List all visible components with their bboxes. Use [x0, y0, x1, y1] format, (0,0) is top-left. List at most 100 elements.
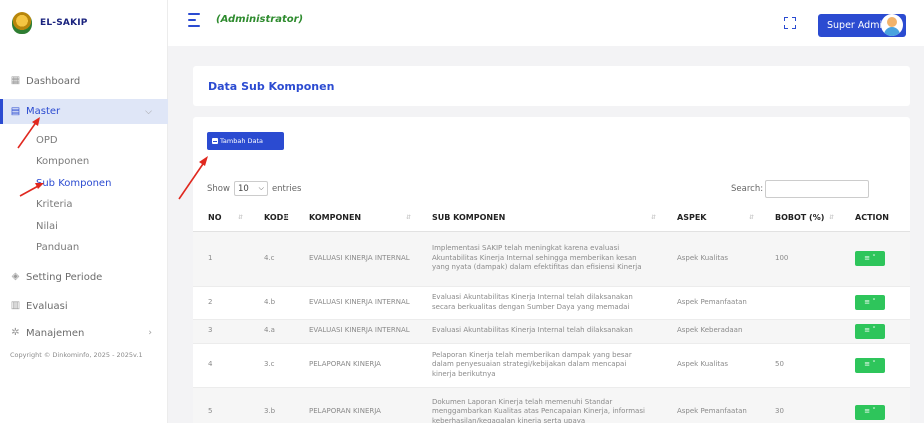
cell-sub-komponen: Dokumen Laporan Kinerja telah memenuhi S… [417, 387, 662, 423]
action-menu-button[interactable]: ≡ ˅ [855, 295, 885, 310]
page-header-card: Data Sub Komponen [193, 66, 910, 106]
action-menu-button[interactable]: ≡ ˅ [855, 357, 885, 373]
cell-bobot: 100 [760, 231, 840, 287]
search-control: Search: [731, 180, 870, 198]
cell-komponen: EVALUASI KINERJA INTERNAL [294, 286, 417, 320]
sidebar-item-manajemen[interactable]: ✲ Manajemen › [0, 322, 168, 344]
sidebar-item-evaluasi[interactable]: ▥ Evaluasi [0, 295, 168, 317]
user-name: Super Admin [827, 20, 889, 31]
table-card: Tambah Data Show 10 ⌵ entries Search: NO ⇵… [193, 117, 910, 423]
chevron-down-icon: ⌵ [145, 106, 152, 117]
page-title: Data Sub Komponen [208, 80, 335, 93]
table-row: 5 3.b PELAPORAN KINERJA Dokumen Laporan … [193, 387, 910, 423]
cell-action: ≡ ˅ [840, 343, 910, 388]
chevron-down-icon: ⌵ [258, 184, 264, 192]
sidebar-item-label: Manajemen [26, 327, 85, 339]
brand[interactable]: EL-SAKIP [12, 8, 88, 38]
table-row: 2 4.b EVALUASI KINERJA INTERNAL Evaluasi… [193, 286, 910, 320]
col-no[interactable]: NO ⇵ [193, 205, 249, 232]
show-label: Show [207, 183, 230, 194]
cell-action: ≡ ˅ [840, 319, 910, 344]
cell-action: ≡ ˅ [840, 286, 910, 320]
cell-aspek: Aspek Keberadaan [662, 319, 760, 344]
gear-icon: ✲ [11, 327, 20, 338]
submenu-nilai[interactable]: Nilai [36, 221, 58, 232]
plus-square-icon [212, 138, 218, 144]
user-role: (Administrator) [216, 14, 304, 25]
submenu-opd[interactable]: OPD [36, 135, 58, 146]
cell-aspek: Aspek Pemanfaatan [662, 387, 760, 423]
cell-komponen: EVALUASI KINERJA INTERNAL [294, 231, 417, 287]
col-action: ACTION [840, 205, 910, 232]
col-bobot[interactable]: BOBOT (%) ⇵ [760, 205, 840, 232]
entries-value: 10 [237, 183, 249, 194]
entries-select[interactable]: 10 ⌵ [233, 181, 268, 196]
master-icon: ▤ [10, 106, 21, 117]
document-icon: ▥ [10, 300, 21, 311]
cell-kode: 3.c [249, 343, 294, 388]
data-table: NO ⇵ KODE ⇵ KOMPONEN ⇵ SUB KOMPONEN ⇵ ASPEK ⇵… [193, 205, 910, 423]
sidebar-item-label: Setting Periode [26, 271, 103, 283]
entries-label: entries [271, 183, 302, 194]
copyright: Copyright © Dinkominfo, 2025 - 2025v.1 [10, 351, 143, 359]
cell-sub-komponen: Pelaporan Kinerja telah memberikan dampa… [417, 343, 662, 388]
submenu-kriteria[interactable]: Kriteria [36, 199, 73, 210]
cell-bobot [760, 319, 840, 344]
cell-komponen: PELAPORAN KINERJA [294, 387, 417, 423]
col-aspek[interactable]: ASPEK ⇵ [662, 205, 760, 232]
brand-name: EL-SAKIP [40, 18, 88, 28]
cell-komponen: PELAPORAN KINERJA [294, 343, 417, 388]
sidebar-item-label: Dashboard [26, 75, 81, 87]
action-menu-button[interactable]: ≡ ˅ [855, 251, 885, 266]
cell-aspek: Aspek Kualitas [662, 231, 760, 287]
cell-kode: 4.c [249, 231, 294, 287]
cell-action: ≡ ˅ [840, 387, 910, 423]
cell-bobot [760, 286, 840, 320]
table-row: 4 3.c PELAPORAN KINERJA Pelaporan Kinerj… [193, 343, 910, 388]
entries-control: Show 10 ⌵ entries [207, 181, 301, 196]
cell-sub-komponen: Evaluasi Akuntabilitas Kinerja Internal … [417, 319, 662, 344]
chevron-right-icon: › [148, 328, 152, 338]
cell-kode: 4.b [249, 286, 294, 320]
cell-kode: 4.a [249, 319, 294, 344]
search-input[interactable] [765, 180, 870, 198]
sidebar: EL-SAKIP ▦ Dashboard ▤ Master ⌵ OPD Komp… [0, 0, 168, 423]
fullscreen-icon[interactable] [784, 17, 796, 29]
submenu-panduan[interactable]: Panduan [36, 242, 79, 253]
cell-komponen: EVALUASI KINERJA INTERNAL [294, 319, 417, 344]
action-menu-button[interactable]: ≡ ˅ [855, 323, 885, 339]
logo-icon [12, 12, 32, 34]
cell-sub-komponen: Implementasi SAKIP telah meningkat karen… [417, 231, 662, 287]
layers-icon: ◈ [11, 271, 20, 282]
submenu-sub-komponen[interactable]: Sub Komponen [36, 178, 111, 189]
add-data-label: Tambah Data [220, 137, 264, 145]
col-komponen[interactable]: KOMPONEN ⇵ [294, 205, 417, 232]
sidebar-item-master[interactable]: ▤ Master ⌵ [0, 99, 168, 124]
cell-action: ≡ ˅ [840, 231, 910, 287]
topbar: (Administrator) Super Admin [168, 0, 924, 46]
col-kode[interactable]: KODE ⇵ [249, 205, 294, 232]
cell-aspek: Aspek Kualitas [662, 343, 760, 388]
cell-no: 4 [193, 343, 249, 388]
sidebar-item-setting-periode[interactable]: ◈ Setting Periode [0, 266, 168, 288]
menu-toggle-icon[interactable] [188, 13, 200, 29]
table-row: 3 4.a EVALUASI KINERJA INTERNAL Evaluasi… [193, 319, 910, 344]
user-menu-button[interactable]: Super Admin [818, 14, 906, 37]
search-label: Search: [731, 184, 764, 194]
submenu-komponen[interactable]: Komponen [36, 156, 89, 167]
add-data-button[interactable]: Tambah Data [207, 132, 284, 150]
cell-aspek: Aspek Pemanfaatan [662, 286, 760, 320]
table-row: 1 4.c EVALUASI KINERJA INTERNAL Implemen… [193, 231, 910, 287]
sidebar-item-dashboard[interactable]: ▦ Dashboard [0, 70, 168, 92]
cell-no: 5 [193, 387, 249, 423]
sidebar-item-label: Evaluasi [26, 300, 68, 312]
cell-no: 1 [193, 231, 249, 287]
dashboard-icon: ▦ [10, 75, 21, 86]
sidebar-item-label: Master [26, 106, 61, 117]
cell-no: 2 [193, 286, 249, 320]
action-menu-button[interactable]: ≡ ˅ [855, 404, 885, 420]
cell-no: 3 [193, 319, 249, 344]
cell-bobot: 50 [760, 343, 840, 388]
cell-bobot: 30 [760, 387, 840, 423]
col-sub-komponen[interactable]: SUB KOMPONEN ⇵ [417, 205, 662, 232]
